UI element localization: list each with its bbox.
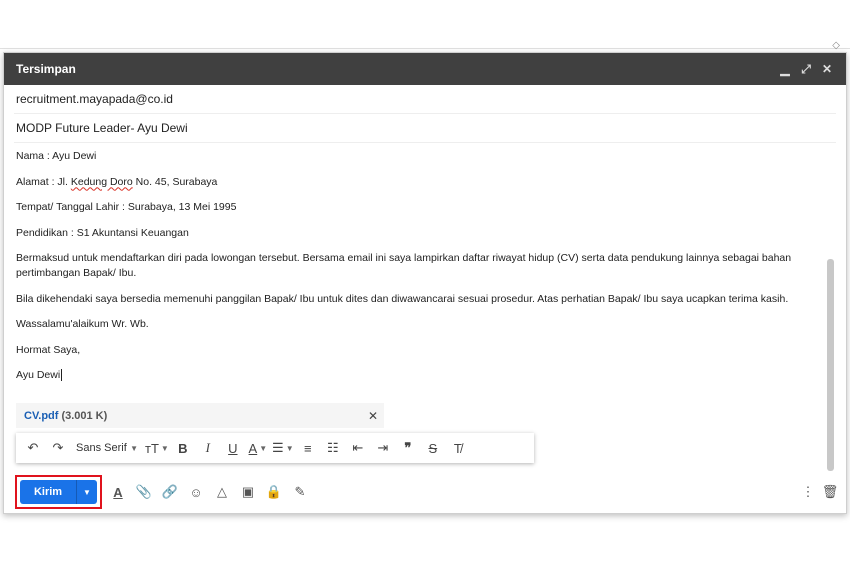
body-regards: Hormat Saya, (16, 343, 81, 356)
chevron-down-icon: ▼ (259, 443, 268, 453)
body-signature-line: Ayu Dewi (16, 368, 806, 383)
font-select[interactable]: Sans Serif ▼ (72, 437, 142, 459)
text-color-glyph: A (248, 440, 258, 456)
body-line-pendidikan: Pendidikan : S1 Akuntansi Keuangan (16, 226, 189, 239)
minimize-icon[interactable]: ▁ (776, 60, 794, 78)
background-inbox (0, 0, 850, 50)
attach-file-icon[interactable]: 📎 (131, 481, 157, 503)
body-signature: Ayu Dewi (16, 369, 61, 381)
subject-field[interactable]: MODP Future Leader- Ayu Dewi (14, 114, 836, 143)
scrollbar[interactable] (827, 259, 834, 471)
send-highlight-box: Kirim ▼ (15, 475, 102, 509)
bulleted-list-icon[interactable]: ☷ (322, 437, 344, 459)
compose-title: Tersimpan (16, 62, 76, 76)
undo-icon[interactable]: ↶ (22, 437, 44, 459)
signature-pen-icon[interactable]: ✎ (287, 481, 313, 503)
drive-icon[interactable]: △ (209, 481, 235, 503)
redo-icon[interactable]: ↷ (47, 437, 69, 459)
send-options-chevron-icon[interactable]: ▼ (77, 480, 97, 504)
chevron-down-icon: ▼ (160, 443, 169, 453)
indent-less-icon[interactable]: ⇤ (347, 437, 369, 459)
discard-draft-trash-icon[interactable]: 🗑 (819, 481, 841, 503)
insert-photo-icon[interactable]: ▣ (235, 481, 261, 503)
remove-formatting-icon[interactable]: T̸ (447, 437, 469, 459)
body-line-ttl: Tempat/ Tanggal Lahir : Surabaya, 13 Mei… (16, 201, 237, 213)
attachment-filename[interactable]: CV.pdf (24, 410, 58, 422)
text-caret (61, 369, 63, 382)
remove-attachment-icon[interactable]: ✕ (368, 409, 378, 423)
misspelled-word[interactable]: Kedung Doro (71, 176, 133, 188)
body-line-nama: Nama : Ayu Dewi (16, 150, 97, 162)
recipient-field[interactable]: recruitment.mayapada@co.id (14, 85, 836, 114)
alamat-prefix: Alamat : Jl. (16, 175, 71, 188)
text-size-icon[interactable]: тT ▼ (145, 437, 169, 459)
font-select-label: Sans Serif (76, 442, 127, 454)
compose-titlebar[interactable]: Tersimpan ▁ ⤢ ✕ (4, 53, 846, 85)
numbered-list-icon[interactable]: ≡ (297, 437, 319, 459)
underline-icon[interactable]: U (222, 437, 244, 459)
message-body[interactable]: Nama : Ayu Dewi Alamat : Jl. Kedung Doro… (16, 149, 806, 394)
text-color-icon[interactable]: A ▼ (247, 437, 269, 459)
body-closing: Wassalamu'alaikum Wr. Wb. (16, 318, 149, 330)
expand-icon[interactable]: ⤢ (797, 60, 815, 78)
chevron-down-icon: ▼ (130, 443, 138, 453)
send-button[interactable]: Kirim (20, 480, 77, 504)
body-line-alamat: Alamat : Jl. Kedung Doro No. 45, Surabay… (16, 175, 806, 190)
align-icon[interactable]: ☰ ▼ (272, 437, 294, 459)
compose-bottom-bar: Kirim ▼ A 📎 🔗 ☺ △ ▣ 🔒 ✎ ⋮ 🗑 (7, 473, 850, 509)
compose-tools: A 📎 🔗 ☺ △ ▣ 🔒 ✎ (105, 481, 313, 503)
strikethrough-icon[interactable]: S (422, 437, 444, 459)
background-divider (0, 48, 850, 49)
italic-icon[interactable]: I (197, 437, 219, 459)
quote-icon[interactable]: ❞ (397, 437, 419, 459)
close-icon[interactable]: ✕ (818, 60, 836, 78)
send-button-group: Kirim ▼ (20, 480, 97, 504)
bold-icon[interactable]: B (172, 437, 194, 459)
compose-right-tools: ⋮ 🗑 (797, 481, 841, 503)
more-options-icon[interactable]: ⋮ (797, 481, 819, 503)
emoji-icon[interactable]: ☺ (183, 481, 209, 503)
attachment-chip[interactable]: CV.pdf (3.001 K) ✕ (16, 403, 384, 428)
formatting-options-icon[interactable]: A (105, 481, 131, 503)
body-para-2: Bila dikehendaki saya bersedia memenuhi … (16, 292, 789, 305)
indent-more-icon[interactable]: ⇥ (372, 437, 394, 459)
confidential-mode-icon[interactable]: 🔒 (261, 481, 287, 503)
insert-link-icon[interactable]: 🔗 (157, 481, 183, 503)
alamat-suffix: No. 45, Surabaya (132, 175, 218, 188)
background-chevron-icon: ◇ (832, 40, 840, 51)
formatting-toolbar: ↶ ↷ Sans Serif ▼ тT ▼ B I U A ▼ ☰ ▼ ≡ ☷ ⇤ ⇥ … (16, 433, 534, 463)
attachment-size: (3.001 K) (61, 409, 108, 422)
chevron-down-icon: ▼ (285, 443, 294, 453)
compose-window: Tersimpan ▁ ⤢ ✕ recruitment.mayapada@co.… (3, 52, 847, 514)
body-para-1: Bermaksud untuk mendaftarkan diri pada l… (16, 252, 792, 279)
